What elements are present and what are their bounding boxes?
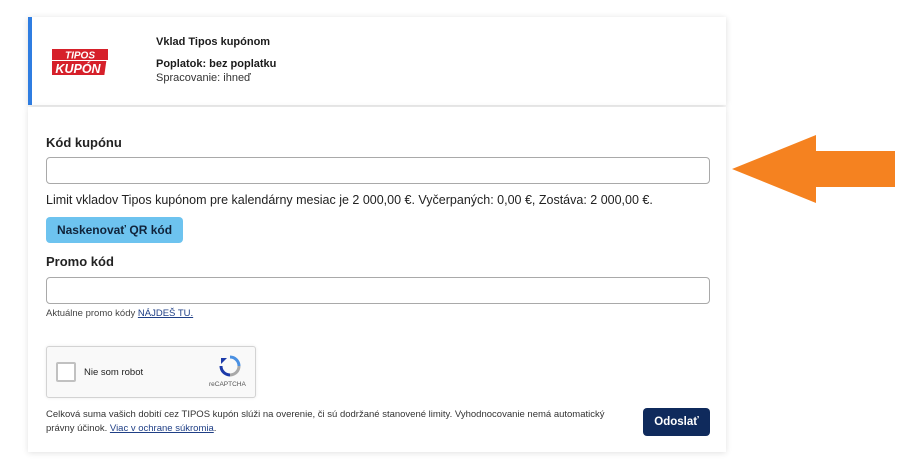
promo-codes-link[interactable]: NÁJDEŠ TU.	[138, 308, 193, 319]
privacy-link[interactable]: Viac v ochrane súkromia	[110, 423, 214, 434]
method-processing: Spracovanie: ihneď	[156, 72, 251, 84]
arrow-pointer-icon	[732, 135, 895, 203]
promo-code-input[interactable]	[46, 277, 710, 304]
footer-note: Celková suma vašich dobití cez TIPOS kup…	[46, 409, 605, 434]
recaptcha-label: Nie som robot	[84, 367, 144, 378]
method-title: Vklad Tipos kupónom	[156, 36, 271, 48]
recaptcha-widget: Nie som robot reCAPTCHA	[46, 346, 256, 398]
method-fee: Poplatok: bez poplatku	[156, 58, 277, 70]
tipos-kupon-logo: TIPOS KUPÓN	[52, 49, 108, 75]
promo-code-label: Promo kód	[46, 254, 114, 269]
logo-text-1: TIPOS	[65, 51, 95, 62]
recaptcha-brand: reCAPTCHA	[209, 381, 246, 388]
promo-hint: Aktuálne promo kódy NÁJDEŠ TU.	[46, 308, 193, 319]
coupon-code-label: Kód kupónu	[46, 135, 122, 150]
deposit-form: Kód kupónu Limit vkladov Tipos kupónom p…	[28, 107, 726, 452]
submit-button[interactable]: Odoslať	[643, 408, 710, 436]
scan-qr-button[interactable]: Naskenovať QR kód	[46, 217, 183, 243]
coupon-code-input[interactable]	[46, 157, 710, 184]
deposit-limit-text: Limit vkladov Tipos kupónom pre kalendár…	[46, 193, 653, 207]
logo-text-2: KUPÓN	[55, 61, 101, 75]
recaptcha-icon	[219, 355, 241, 377]
payment-method-card: TIPOS KUPÓN Vklad Tipos kupónom Poplatok…	[28, 17, 726, 105]
promo-hint-text: Aktuálne promo kódy	[46, 308, 136, 319]
recaptcha-checkbox[interactable]	[56, 362, 76, 382]
